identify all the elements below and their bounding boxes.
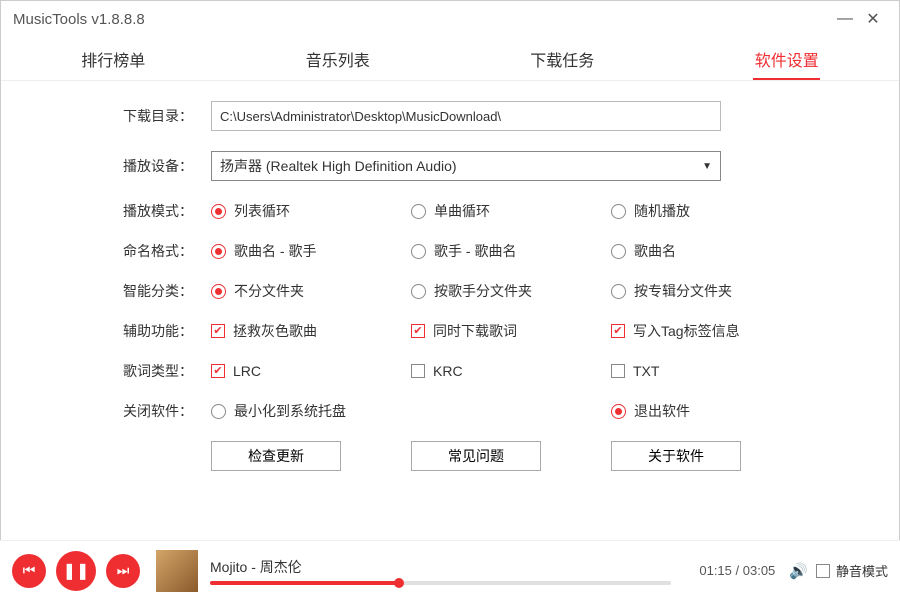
radio-icon <box>211 284 226 299</box>
tab-bar: 排行榜单 音乐列表 下载任务 软件设置 <box>1 37 899 81</box>
check-write-tag[interactable]: ✔写入Tag标签信息 <box>611 321 811 341</box>
check-rescue-gray[interactable]: ✔拯救灰色歌曲 <box>211 321 411 341</box>
check-download-lyric[interactable]: ✔同时下载歌词 <box>411 321 611 341</box>
check-update-button[interactable]: 检查更新 <box>211 441 341 471</box>
mute-checkbox[interactable]: 静音模式 <box>816 561 888 580</box>
progress-thumb[interactable] <box>394 578 404 588</box>
tab-ranking[interactable]: 排行榜单 <box>1 47 226 71</box>
select-play-device-value: 扬声器 (Realtek High Definition Audio) <box>220 156 457 176</box>
radio-name-song-only[interactable]: 歌曲名 <box>611 241 811 261</box>
radio-icon <box>411 284 426 299</box>
label-download-dir: 下载目录： <box>61 106 211 126</box>
input-download-dir[interactable] <box>211 101 721 131</box>
radio-close-exit[interactable]: 退出软件 <box>611 401 811 421</box>
label-name-format: 命名格式： <box>61 241 211 261</box>
check-txt[interactable]: TXT <box>611 363 811 379</box>
label-lyric-type: 歌词类型： <box>61 361 211 381</box>
label-smart-sort: 智能分类： <box>61 281 211 301</box>
row-play-mode: 播放模式： 列表循环 单曲循环 随机播放 <box>61 201 839 221</box>
play-pause-button[interactable]: ❚❚ <box>56 551 96 591</box>
radio-sort-album[interactable]: 按专辑分文件夹 <box>611 281 811 301</box>
check-krc[interactable]: KRC <box>411 363 611 379</box>
tab-music-list[interactable]: 音乐列表 <box>226 47 451 71</box>
radio-icon <box>211 244 226 259</box>
radio-icon <box>611 284 626 299</box>
check-icon: ✔ <box>411 324 425 338</box>
radio-playmode-loop[interactable]: 列表循环 <box>211 201 411 221</box>
volume-area: 🔊 静音模式 <box>789 561 888 580</box>
radio-sort-none[interactable]: 不分文件夹 <box>211 281 411 301</box>
tab-downloads[interactable]: 下载任务 <box>450 47 675 71</box>
radio-playmode-single[interactable]: 单曲循环 <box>411 201 611 221</box>
radio-icon <box>411 204 426 219</box>
select-play-device[interactable]: 扬声器 (Realtek High Definition Audio) ▼ <box>211 151 721 181</box>
titlebar: MusicTools v1.8.8.8 — ✕ <box>1 1 899 37</box>
radio-close-tray[interactable]: 最小化到系统托盘 <box>211 401 611 421</box>
row-download-dir: 下载目录： <box>61 101 839 131</box>
radio-icon <box>211 204 226 219</box>
radio-icon <box>611 204 626 219</box>
radio-icon <box>411 244 426 259</box>
check-lrc[interactable]: ✔LRC <box>211 363 411 379</box>
row-aux: 辅助功能： ✔拯救灰色歌曲 ✔同时下载歌词 ✔写入Tag标签信息 <box>61 321 839 341</box>
settings-panel: 下载目录： 播放设备： 扬声器 (Realtek High Definition… <box>1 81 899 481</box>
check-icon: ✔ <box>211 364 225 378</box>
close-button[interactable]: ✕ <box>859 9 887 29</box>
time-display: 01:15 / 03:05 <box>685 563 775 578</box>
volume-icon[interactable]: 🔊 <box>789 562 808 580</box>
player-bar: ⏮ ❚❚ ⏭ Mojito - 周杰伦 01:15 / 03:05 🔊 静音模式 <box>0 540 900 600</box>
row-name-format: 命名格式： 歌曲名 - 歌手 歌手 - 歌曲名 歌曲名 <box>61 241 839 261</box>
radio-icon <box>611 404 626 419</box>
faq-button[interactable]: 常见问题 <box>411 441 541 471</box>
label-aux: 辅助功能： <box>61 321 211 341</box>
radio-name-artist-song[interactable]: 歌手 - 歌曲名 <box>411 241 611 261</box>
row-on-close: 关闭软件： 最小化到系统托盘 退出软件 <box>61 401 839 421</box>
tab-settings[interactable]: 软件设置 <box>675 47 900 71</box>
radio-sort-artist[interactable]: 按歌手分文件夹 <box>411 281 611 301</box>
track-area: Mojito - 周杰伦 <box>210 557 671 585</box>
label-play-mode: 播放模式： <box>61 201 211 221</box>
radio-playmode-shuffle[interactable]: 随机播放 <box>611 201 811 221</box>
label-on-close: 关闭软件： <box>61 401 211 421</box>
minimize-button[interactable]: — <box>831 10 859 28</box>
check-icon: ✔ <box>211 324 225 338</box>
chevron-down-icon: ▼ <box>702 161 712 172</box>
radio-name-song-artist[interactable]: 歌曲名 - 歌手 <box>211 241 411 261</box>
about-button[interactable]: 关于软件 <box>611 441 741 471</box>
row-play-device: 播放设备： 扬声器 (Realtek High Definition Audio… <box>61 151 839 181</box>
button-row: 检查更新 常见问题 关于软件 <box>211 441 839 471</box>
radio-icon <box>611 244 626 259</box>
radio-icon <box>211 404 226 419</box>
label-play-device: 播放设备： <box>61 156 211 176</box>
progress-fill <box>210 581 399 585</box>
prev-button[interactable]: ⏮ <box>12 554 46 588</box>
window-title: MusicTools v1.8.8.8 <box>13 11 831 28</box>
next-button[interactable]: ⏭ <box>106 554 140 588</box>
album-art[interactable] <box>156 550 198 592</box>
check-icon <box>816 564 830 578</box>
check-icon <box>611 364 625 378</box>
progress-bar[interactable] <box>210 581 671 585</box>
row-lyric-type: 歌词类型： ✔LRC KRC TXT <box>61 361 839 381</box>
row-smart-sort: 智能分类： 不分文件夹 按歌手分文件夹 按专辑分文件夹 <box>61 281 839 301</box>
check-icon: ✔ <box>611 324 625 338</box>
check-icon <box>411 364 425 378</box>
track-title: Mojito - 周杰伦 <box>210 557 671 577</box>
